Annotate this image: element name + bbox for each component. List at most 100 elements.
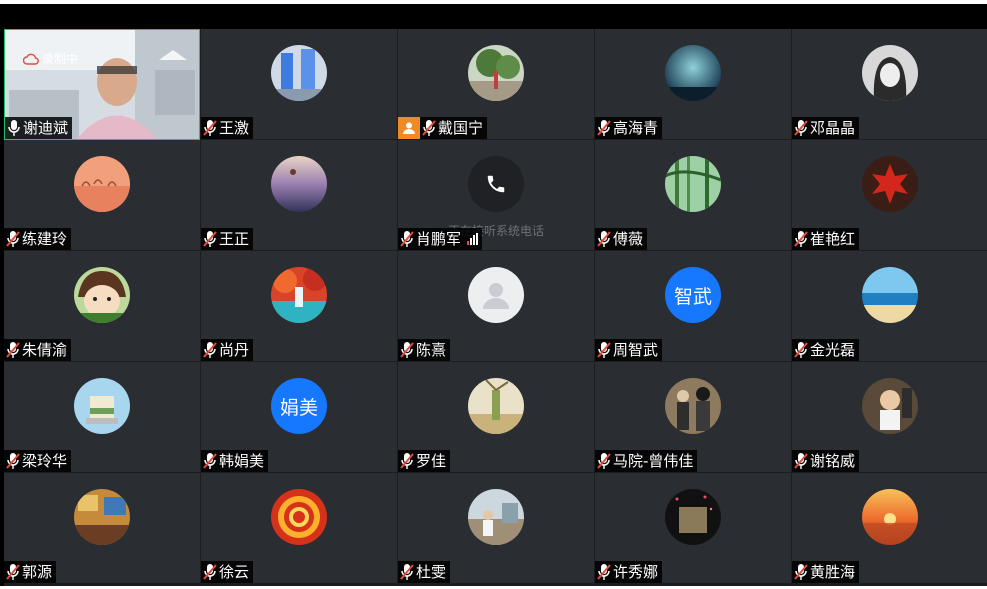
name-tag: 许秀娜 <box>595 561 663 583</box>
host-icon <box>403 122 415 134</box>
avatar <box>468 267 524 323</box>
participant-tile[interactable]: 郭源 <box>4 473 200 584</box>
mic-muted-icon <box>794 453 808 469</box>
participant-name: 郭源 <box>22 563 53 581</box>
participant-tile[interactable]: 娟美 韩娟美 <box>201 362 397 473</box>
name-tag: 朱倩渝 <box>4 339 72 361</box>
participant-tile[interactable]: 戴国宁 <box>398 29 594 140</box>
host-badge <box>398 117 420 139</box>
participant-tile[interactable]: 许秀娜 <box>595 473 791 584</box>
participant-tile[interactable]: 徐云 <box>201 473 397 584</box>
name-tag: 傅薇 <box>595 228 648 250</box>
mic-muted-icon <box>6 231 20 247</box>
name-tag: 肖鹏军 <box>398 228 483 250</box>
participant-name: 徐云 <box>219 563 250 581</box>
participant-tile[interactable]: 金光磊 <box>792 251 987 362</box>
participant-tile[interactable]: 邓晶晶 <box>792 29 987 140</box>
participant-tile[interactable]: 傅薇 <box>595 140 791 251</box>
name-tag: 高海青 <box>595 117 663 139</box>
avatar <box>861 378 918 434</box>
participant-tile[interactable]: 尚丹 <box>201 251 397 362</box>
mic-muted-icon <box>597 564 611 580</box>
participant-name: 戴国宁 <box>438 119 484 137</box>
participant-tile[interactable]: 练建玲 <box>4 140 200 251</box>
participant-name: 许秀娜 <box>613 563 659 581</box>
name-tag: 梁玲华 <box>4 450 72 472</box>
photo-child-avatar <box>861 378 918 434</box>
mic-muted-icon <box>400 231 414 247</box>
name-tag: 邓晶晶 <box>792 117 860 139</box>
photo-balloon-sunset-avatar <box>271 156 327 212</box>
mic-muted-icon <box>203 231 217 247</box>
avatar <box>861 267 918 323</box>
recording-label: 录制中 <box>42 52 79 66</box>
participant-tile[interactable]: 王激 <box>201 29 397 140</box>
mic-muted-icon <box>203 564 217 580</box>
top-white-strip <box>0 0 987 4</box>
mic-muted-icon <box>400 453 414 469</box>
participant-tile-speaker[interactable]: 录制中 谢迪斌 <box>4 29 200 140</box>
photo-red-maple-avatar <box>861 156 918 212</box>
participant-tile[interactable]: 智武 周智武 <box>595 251 791 362</box>
photo-girl-bw-avatar <box>861 45 918 101</box>
participant-name: 梁玲华 <box>22 452 68 470</box>
participant-name: 傅薇 <box>613 230 644 248</box>
recording-indicator: 录制中 <box>23 50 78 67</box>
name-tag: 周智武 <box>595 339 663 361</box>
mic-muted-icon <box>203 342 217 358</box>
mic-muted-icon <box>6 564 20 580</box>
photo-tree-runner-avatar <box>468 45 524 101</box>
name-tag: 金光磊 <box>792 339 860 361</box>
mic-muted-icon <box>203 120 217 136</box>
name-tag: 陈熹 <box>398 339 451 361</box>
mic-muted-icon <box>400 564 414 580</box>
name-tag: 崔艳红 <box>792 228 860 250</box>
participant-tile[interactable]: 罗佳 <box>398 362 594 473</box>
name-tag: 戴国宁 <box>398 117 488 139</box>
name-tag: 黄胜海 <box>792 561 860 583</box>
name-tag: 尚丹 <box>201 339 254 361</box>
mic-muted-icon <box>400 342 414 358</box>
participant-tile[interactable]: 高海青 <box>595 29 791 140</box>
avatar <box>861 489 918 545</box>
mic-on-icon <box>8 120 20 136</box>
participant-tile[interactable]: 朱倩渝 <box>4 251 200 362</box>
participant-tile[interactable]: 黄胜海 <box>792 473 987 584</box>
participant-tile[interactable]: 崔艳红 <box>792 140 987 251</box>
participant-tile[interactable]: 正在接听系统电话 肖鹏军 <box>398 140 594 251</box>
initials-avatar: 智武 <box>665 267 721 323</box>
participant-name: 崔艳红 <box>810 230 856 248</box>
participant-tile[interactable]: 陈熹 <box>398 251 594 362</box>
name-tag: 谢铭威 <box>792 450 860 472</box>
participant-name: 邓晶晶 <box>810 119 856 137</box>
participant-tile[interactable]: 谢铭威 <box>792 362 987 473</box>
participant-tile[interactable]: 马院-曾伟佳 <box>595 362 791 473</box>
mic-muted-icon <box>203 453 217 469</box>
name-tag: 徐云 <box>201 561 254 583</box>
avatar <box>74 489 130 545</box>
avatar-initials: 智武 <box>673 285 712 308</box>
participant-tile[interactable]: 杜雯 <box>398 473 594 584</box>
participant-name: 马院-曾伟佳 <box>613 452 694 470</box>
photo-book-night-avatar <box>665 489 721 545</box>
avatar <box>468 489 524 545</box>
avatar <box>271 267 327 323</box>
participant-name: 王正 <box>219 230 250 248</box>
participant-name: 尚丹 <box>219 341 250 359</box>
name-tag: 韩娟美 <box>201 450 269 472</box>
mic-muted-icon <box>597 453 611 469</box>
initials-avatar: 娟美 <box>271 378 327 434</box>
avatar <box>74 156 130 212</box>
default-person-icon <box>483 283 509 309</box>
participant-tile[interactable]: 梁玲华 <box>4 362 200 473</box>
photo-fire-swirl-avatar <box>271 489 327 545</box>
avatar <box>468 156 524 212</box>
participant-tile[interactable]: 王正 <box>201 140 397 251</box>
avatar <box>74 378 130 434</box>
mic-muted-icon <box>794 342 808 358</box>
mic-muted-icon <box>597 120 611 136</box>
phone-icon <box>487 175 505 193</box>
avatar <box>861 45 918 101</box>
photo-flamingos-avatar <box>74 156 130 212</box>
participant-name: 练建玲 <box>22 230 68 248</box>
